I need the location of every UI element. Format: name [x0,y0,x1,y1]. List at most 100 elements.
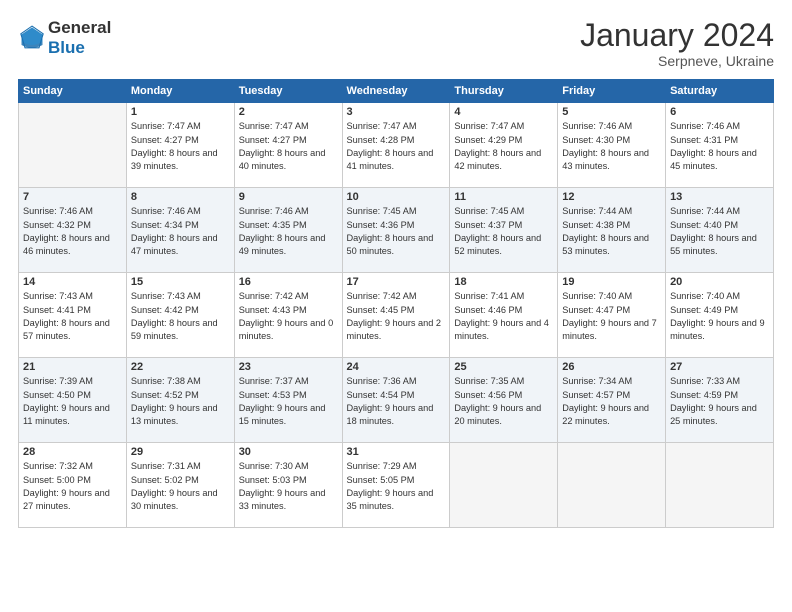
week-row-2: 14Sunrise: 7:43 AMSunset: 4:41 PMDayligh… [19,273,774,358]
daylight-label: Daylight: 9 hours and 4 minutes. [454,318,549,341]
sunrise-label: Sunrise: 7:47 AM [347,121,417,131]
sunset-label: Sunset: 4:56 PM [454,390,522,400]
table-row: 24 Sunrise: 7:36 AMSunset: 4:54 PMDayligh… [342,358,450,443]
sunrise-label: Sunrise: 7:40 AM [670,291,740,301]
sunrise-label: Sunrise: 7:43 AM [23,291,93,301]
day-info: Sunrise: 7:32 AMSunset: 5:00 PMDaylight:… [23,460,122,513]
day-info: Sunrise: 7:30 AMSunset: 5:03 PMDaylight:… [239,460,338,513]
month-title: January 2024 [580,18,774,53]
table-row: 19 Sunrise: 7:40 AMSunset: 4:47 PMDayligh… [558,273,666,358]
table-row: 4 Sunrise: 7:47 AMSunset: 4:29 PMDaylight… [450,103,558,188]
table-row: 29Sunrise: 7:31 AMSunset: 5:02 PMDayligh… [126,443,234,528]
day-info: Sunrise: 7:43 AMSunset: 4:41 PMDaylight:… [23,290,122,343]
day-number: 20 [670,276,769,288]
table-row: 16Sunrise: 7:42 AMSunset: 4:43 PMDayligh… [234,273,342,358]
daylight-label: Daylight: 9 hours and 2 minutes. [347,318,442,341]
table-row: 23Sunrise: 7:37 AMSunset: 4:53 PMDayligh… [234,358,342,443]
day-info: Sunrise: 7:46 AMSunset: 4:31 PMDaylight:… [670,120,769,173]
day-info: Sunrise: 7:47 AMSunset: 4:29 PMDaylight:… [454,120,553,173]
sunrise-label: Sunrise: 7:30 AM [239,461,309,471]
sunset-label: Sunset: 5:00 PM [23,475,91,485]
sunrise-label: Sunrise: 7:43 AM [131,291,201,301]
sunset-label: Sunset: 4:35 PM [239,220,307,230]
day-number: 21 [23,361,122,373]
day-info: Sunrise: 7:34 AMSunset: 4:57 PMDaylight:… [562,375,661,428]
sunset-label: Sunset: 4:42 PM [131,305,199,315]
daylight-label: Daylight: 8 hours and 43 minutes. [562,148,649,171]
day-info: Sunrise: 7:46 AMSunset: 4:35 PMDaylight:… [239,205,338,258]
calendar-table: Sunday Monday Tuesday Wednesday Thursday… [18,79,774,528]
day-number: 26 [562,361,661,373]
sunset-label: Sunset: 4:36 PM [347,220,415,230]
day-info: Sunrise: 7:47 AMSunset: 4:27 PMDaylight:… [131,120,230,173]
day-info: Sunrise: 7:42 AMSunset: 4:43 PMDaylight:… [239,290,338,343]
day-number: 25 [454,361,553,373]
daylight-label: Daylight: 9 hours and 18 minutes. [347,403,434,426]
day-number: 30 [239,446,338,458]
sunset-label: Sunset: 4:38 PM [562,220,630,230]
logo-general: General [48,18,111,37]
day-info: Sunrise: 7:46 AMSunset: 4:34 PMDaylight:… [131,205,230,258]
day-number: 23 [239,361,338,373]
day-number: 28 [23,446,122,458]
sunset-label: Sunset: 5:02 PM [131,475,199,485]
table-row [19,103,127,188]
day-info: Sunrise: 7:47 AMSunset: 4:27 PMDaylight:… [239,120,338,173]
daylight-label: Daylight: 8 hours and 45 minutes. [670,148,757,171]
col-sunday: Sunday [19,80,127,103]
day-info: Sunrise: 7:29 AMSunset: 5:05 PMDaylight:… [347,460,446,513]
day-number: 7 [23,191,122,203]
daylight-label: Daylight: 8 hours and 55 minutes. [670,233,757,256]
daylight-label: Daylight: 9 hours and 35 minutes. [347,488,434,511]
day-info: Sunrise: 7:41 AMSunset: 4:46 PMDaylight:… [454,290,553,343]
sunset-label: Sunset: 4:45 PM [347,305,415,315]
daylight-label: Daylight: 8 hours and 59 minutes. [131,318,218,341]
day-number: 29 [131,446,230,458]
col-monday: Monday [126,80,234,103]
sunrise-label: Sunrise: 7:29 AM [347,461,417,471]
table-row: 21Sunrise: 7:39 AMSunset: 4:50 PMDayligh… [19,358,127,443]
daylight-label: Daylight: 9 hours and 13 minutes. [131,403,218,426]
day-info: Sunrise: 7:42 AM Sunset: 4:45 PM Daylight:… [347,290,446,343]
daylight-label: Daylight: 9 hours and 7 minutes. [562,318,657,341]
day-info: Sunrise: 7:36 AMSunset: 4:54 PMDaylight:… [347,375,446,428]
sunrise-label: Sunrise: 7:47 AM [131,121,201,131]
logo: General Blue [18,18,111,58]
day-number: 4 [454,106,553,118]
table-row: 6Sunrise: 7:46 AMSunset: 4:31 PMDaylight… [666,103,774,188]
week-row-0: 1Sunrise: 7:47 AMSunset: 4:27 PMDaylight… [19,103,774,188]
day-number: 15 [131,276,230,288]
logo-blue: Blue [48,38,85,57]
day-info: Sunrise: 7:47 AMSunset: 4:28 PMDaylight:… [347,120,446,173]
day-number: 24 [347,361,446,373]
day-number: 19 [562,276,661,288]
sunrise-label: Sunrise: 7:37 AM [239,376,309,386]
week-row-1: 7Sunrise: 7:46 AMSunset: 4:32 PMDaylight… [19,188,774,273]
table-row: 8Sunrise: 7:46 AMSunset: 4:34 PMDaylight… [126,188,234,273]
header-row: Sunday Monday Tuesday Wednesday Thursday… [19,80,774,103]
sunset-label: Sunset: 4:46 PM [454,305,522,315]
sunrise-label: Sunrise: 7:45 AM [347,206,417,216]
daylight-label: Daylight: 8 hours and 40 minutes. [239,148,326,171]
col-wednesday: Wednesday [342,80,450,103]
daylight-label: Daylight: 9 hours and 11 minutes. [23,403,110,426]
table-row: 26 Sunrise: 7:34 AMSunset: 4:57 PMDayligh… [558,358,666,443]
day-info: Sunrise: 7:38 AMSunset: 4:52 PMDaylight:… [131,375,230,428]
day-info: Sunrise: 7:44 AMSunset: 4:40 PMDaylight:… [670,205,769,258]
sunrise-label: Sunrise: 7:36 AM [347,376,417,386]
table-row: 9Sunrise: 7:46 AMSunset: 4:35 PMDaylight… [234,188,342,273]
sunset-label: Sunset: 4:32 PM [23,220,91,230]
sunset-label: Sunset: 4:43 PM [239,305,307,315]
daylight-label: Daylight: 8 hours and 52 minutes. [454,233,541,256]
header: General Blue January 2024 Serpneve, Ukra… [18,18,774,69]
daylight-label: Daylight: 9 hours and 25 minutes. [670,403,757,426]
day-info: Sunrise: 7:40 AMSunset: 4:47 PMDaylight:… [562,290,661,343]
sunrise-label: Sunrise: 7:47 AM [239,121,309,131]
sunrise-label: Sunrise: 7:42 AM [239,291,309,301]
day-info: Sunrise: 7:43 AM Sunset: 4:42 PM Daylight:… [131,290,230,343]
sunrise-label: Sunrise: 7:35 AM [454,376,524,386]
page: General Blue January 2024 Serpneve, Ukra… [0,0,792,612]
sunset-label: Sunset: 4:34 PM [131,220,199,230]
title-block: January 2024 Serpneve, Ukraine [580,18,774,69]
sunrise-label: Sunrise: 7:42 AM [347,291,417,301]
